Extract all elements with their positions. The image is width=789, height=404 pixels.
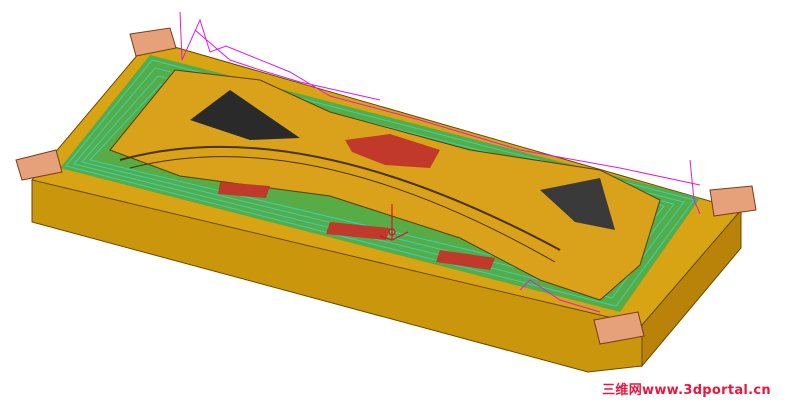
- mold-render: [15, 11, 757, 373]
- cad-viewport[interactable]: 三维网www.3dportal.cn: [0, 0, 789, 404]
- pad-right: [709, 185, 757, 217]
- watermark-text: 三维网www.3dportal.cn: [602, 383, 771, 398]
